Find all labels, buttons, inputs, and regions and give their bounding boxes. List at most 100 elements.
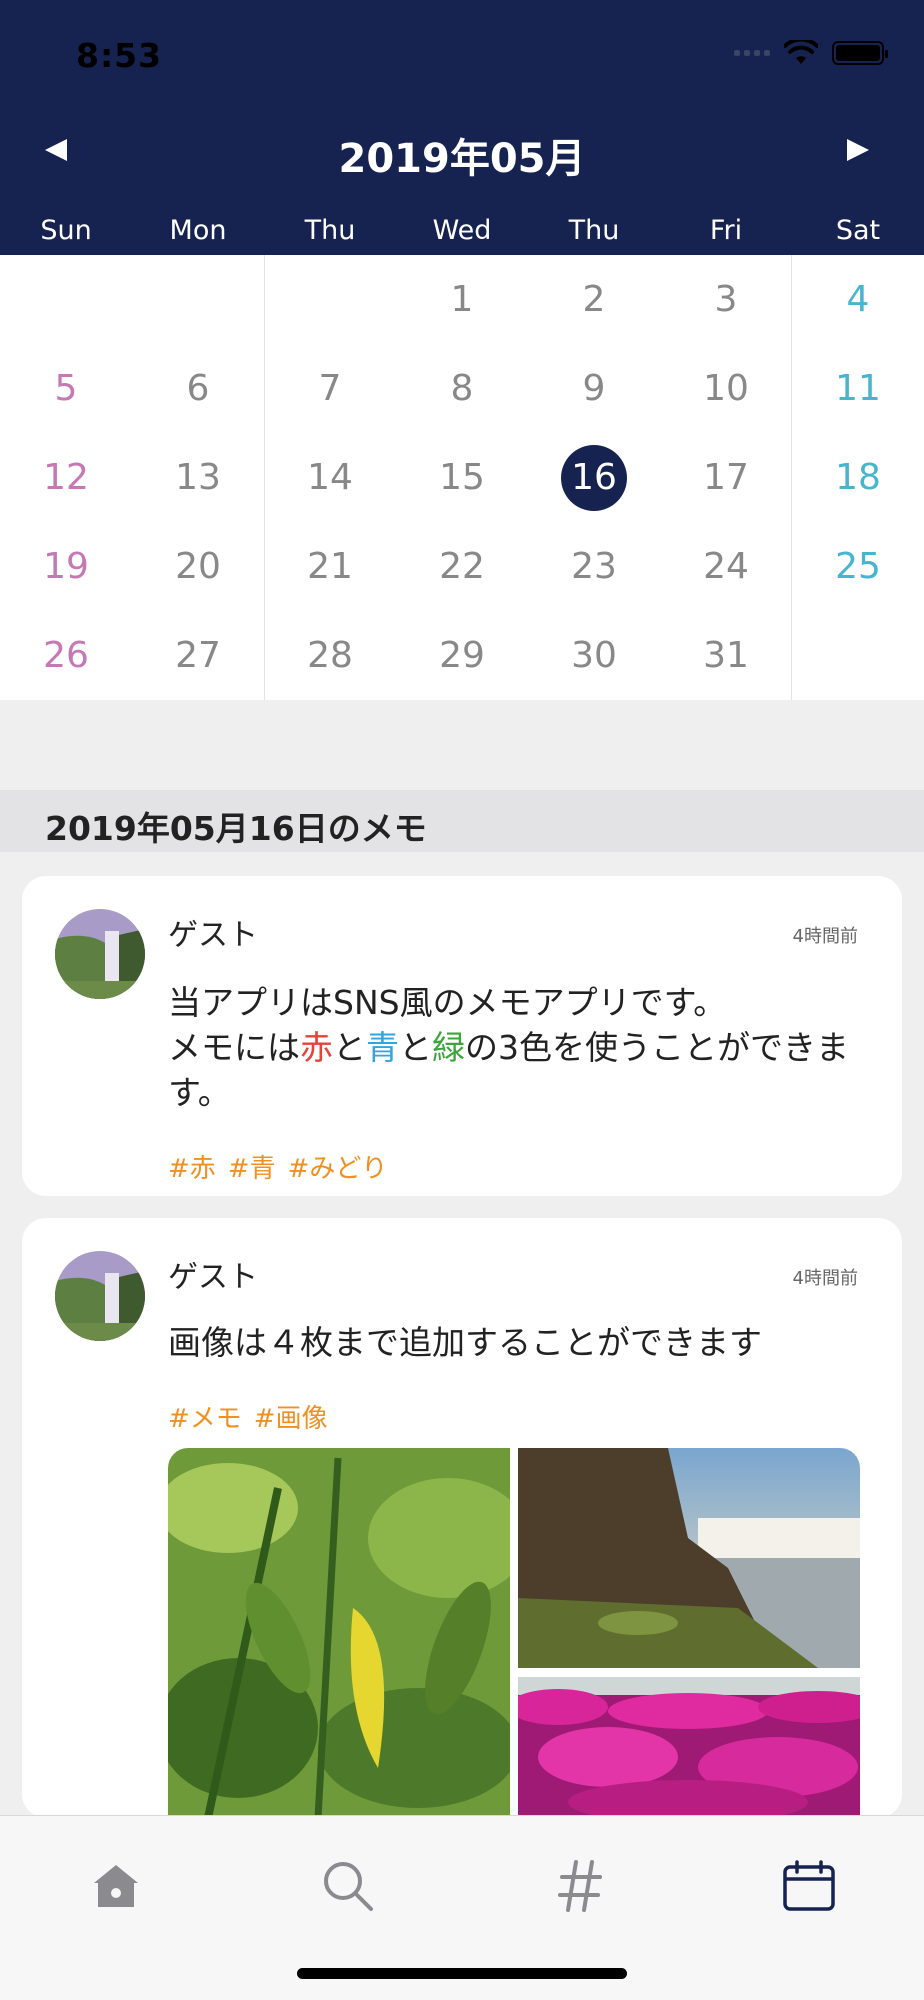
leaf-photo — [168, 1448, 510, 1818]
memo-body: 画像は４枚まで追加することができます — [168, 1323, 762, 1362]
memo-body: 当アプリはSNS風のメモアプリです。 メモには赤と青と緑の3色を使うことができま… — [168, 980, 868, 1115]
calendar-day[interactable]: 7 — [264, 344, 396, 433]
tab-search[interactable] — [308, 1846, 388, 1926]
calendar-day[interactable]: 31 — [660, 611, 792, 700]
weekday-label: Sat — [835, 215, 881, 246]
selected-day-marker: 16 — [561, 444, 627, 511]
calendar-empty-cell — [792, 611, 924, 700]
waterfall-avatar-icon — [55, 909, 145, 999]
green-text: 緑 — [432, 1028, 465, 1067]
calendar-day[interactable]: 3 — [660, 255, 792, 344]
home-indicator — [297, 1968, 627, 1979]
memo-photo[interactable] — [518, 1448, 860, 1668]
memo-section-header: 2019年05月16日のメモ — [0, 790, 924, 852]
calendar-week-row: 1234 — [0, 255, 924, 344]
battery-icon — [832, 41, 888, 65]
flowers-photo — [518, 1677, 860, 1818]
calendar-empty-cell — [132, 255, 264, 344]
calendar-day[interactable]: 24 — [660, 522, 792, 611]
calendar-day[interactable]: 30 — [528, 611, 660, 700]
memo-time: 4時間前 — [792, 1268, 858, 1289]
memo-text: と — [399, 1028, 432, 1067]
tab-calendar[interactable] — [769, 1846, 849, 1926]
calendar-week-row: 12 13 14 15 16 17 18 — [0, 433, 924, 522]
calendar-header: 8:53 2019年05月 Sun Mon Thu Wed Thu Fri Sa… — [0, 0, 924, 255]
calendar-day[interactable]: 2 — [528, 255, 660, 344]
red-text: 赤 — [300, 1028, 333, 1067]
calendar-day[interactable]: 12 — [0, 433, 132, 522]
calendar-day[interactable]: 20 — [132, 522, 264, 611]
calendar-empty-cell — [264, 255, 396, 344]
hashtag-link[interactable]: #青 — [228, 1148, 276, 1185]
calendar-empty-cell — [0, 255, 132, 344]
calendar-day[interactable]: 29 — [396, 611, 528, 700]
calendar-day[interactable]: 1 — [396, 255, 528, 344]
calendar-day[interactable]: 28 — [264, 611, 396, 700]
calendar-day[interactable]: 23 — [528, 522, 660, 611]
weekday-label: Thu — [568, 215, 620, 246]
calendar-week-row: 5 6 7 8 9 10 11 — [0, 344, 924, 433]
weekday-label: Thu — [304, 215, 356, 246]
calendar-day[interactable]: 16 — [528, 433, 660, 522]
section-title: 2019年05月16日のメモ — [45, 809, 427, 848]
weekday-row: Sun Mon Thu Wed Thu Fri Sat — [0, 215, 924, 246]
month-title: 2019年05月 — [338, 136, 586, 182]
memo-photo-grid — [168, 1448, 860, 1818]
avatar[interactable] — [55, 1251, 145, 1341]
calendar-day[interactable]: 26 — [0, 611, 132, 700]
memo-time: 4時間前 — [792, 926, 858, 947]
hashtag-icon — [558, 1860, 602, 1912]
calendar-day[interactable]: 19 — [0, 522, 132, 611]
hashtag-link[interactable]: #みどり — [288, 1148, 388, 1185]
memo-photo[interactable] — [168, 1448, 510, 1818]
calendar-grid: 1 2 3 4 5 6 7 8 9 10 11 12 13 14 15 16 17 18 19 20 21 22 23 24 2… — [0, 255, 924, 700]
memo-card[interactable]: ゲスト 4時間前 当アプリはSNS風のメモアプリです。 メモには赤と青と緑の3色… — [22, 876, 902, 1196]
calendar-day[interactable]: 17 — [660, 433, 792, 522]
search-icon — [324, 1862, 373, 1911]
calendar-day[interactable]: 4 — [792, 255, 924, 344]
calendar-day[interactable]: 11 — [792, 344, 924, 433]
memo-text: と — [333, 1028, 366, 1067]
calendar-week-row: 19 20 21 22 23 24 25 — [0, 522, 924, 611]
calendar-day[interactable]: 9 — [528, 344, 660, 433]
memo-tags: #赤 #青 #みどり — [168, 1148, 387, 1185]
cellular-signal-icon — [734, 50, 770, 56]
calendar-day[interactable]: 18 — [792, 433, 924, 522]
calendar-day[interactable]: 6 — [132, 344, 264, 433]
weekday-label: Sun — [40, 215, 92, 246]
calendar-icon — [783, 1860, 835, 1911]
calendar-day[interactable]: 13 — [132, 433, 264, 522]
home-icon — [94, 1865, 138, 1907]
memo-photo[interactable] — [518, 1677, 860, 1818]
memo-text: メモには — [168, 1028, 300, 1067]
hashtag-link[interactable]: #画像 — [254, 1398, 328, 1435]
waterfall-avatar-icon — [55, 1251, 145, 1341]
memo-tags: #メモ #画像 — [168, 1398, 328, 1435]
calendar-day[interactable]: 5 — [0, 344, 132, 433]
wifi-icon — [784, 40, 818, 64]
memo-card[interactable]: ゲスト 4時間前 画像は４枚まで追加することができます #メモ #画像 — [22, 1218, 902, 1818]
weekday-label: Mon — [169, 215, 227, 246]
calendar-day[interactable]: 22 — [396, 522, 528, 611]
calendar-day[interactable]: 27 — [132, 611, 264, 700]
tab-home[interactable] — [76, 1846, 156, 1926]
status-icons — [734, 40, 888, 66]
calendar-day[interactable]: 15 — [396, 433, 528, 522]
memo-author: ゲスト — [168, 1260, 258, 1295]
hashtag-link[interactable]: #赤 — [168, 1148, 216, 1185]
calendar-day[interactable]: 25 — [792, 522, 924, 611]
calendar-day[interactable]: 8 — [396, 344, 528, 433]
calendar-day[interactable]: 10 — [660, 344, 792, 433]
triangle-right-icon — [847, 139, 869, 161]
memo-author: ゲスト — [168, 918, 258, 953]
avatar[interactable] — [55, 909, 145, 999]
weekday-label: Wed — [432, 215, 492, 246]
calendar-day[interactable]: 21 — [264, 522, 396, 611]
calendar-day[interactable]: 14 — [264, 433, 396, 522]
next-month-button[interactable] — [838, 130, 878, 170]
tab-hashtag[interactable] — [540, 1846, 620, 1926]
blue-text: 青 — [366, 1028, 399, 1067]
memo-body-line: 当アプリはSNS風のメモアプリです。 — [168, 983, 727, 1022]
hashtag-link[interactable]: #メモ — [168, 1398, 242, 1435]
weekday-label: Fri — [709, 215, 743, 246]
